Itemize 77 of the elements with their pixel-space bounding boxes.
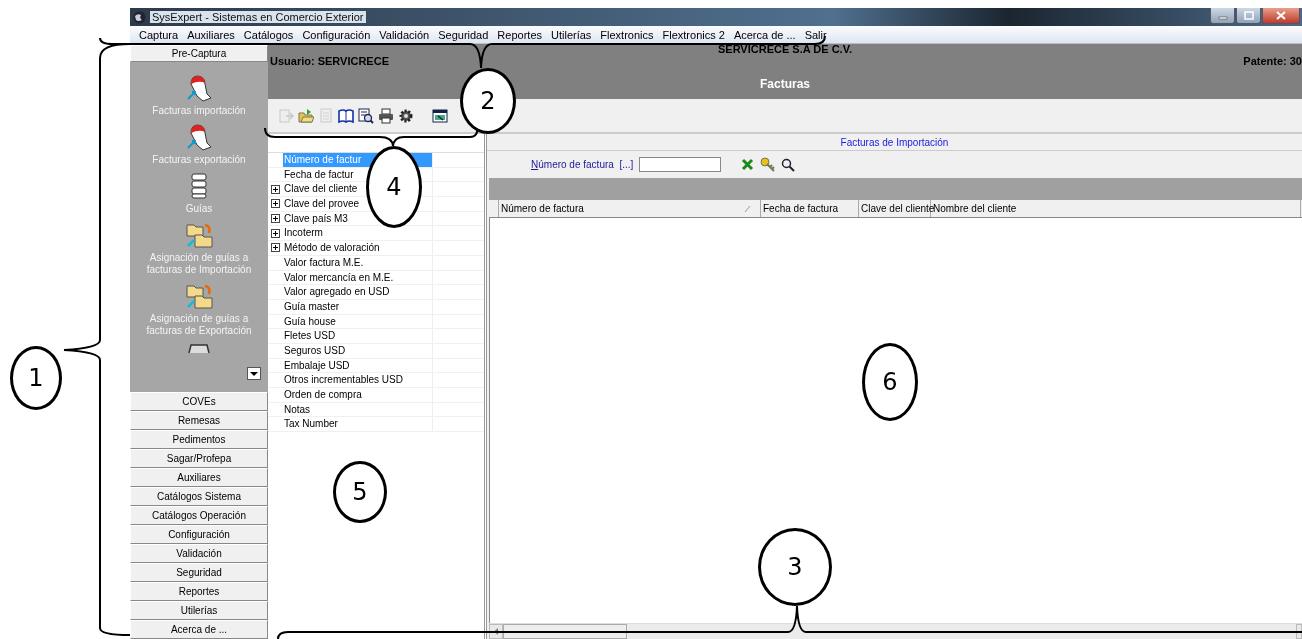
close-button[interactable] <box>1262 8 1300 24</box>
field-item[interactable]: Método de valoración <box>283 241 433 255</box>
folders-icon[interactable] <box>185 282 213 310</box>
hand-icon[interactable] <box>185 74 213 102</box>
section-button[interactable]: Catálogos Operación <box>130 506 268 525</box>
sort-icon <box>744 204 752 213</box>
panel-title: Facturas de Importación <box>840 136 949 148</box>
scroll-down-button[interactable] <box>247 367 261 380</box>
close-icon[interactable] <box>1276 11 1286 20</box>
section-button[interactable]: Catálogos Sistema <box>130 487 268 506</box>
column-header[interactable]: Número de factura <box>499 200 761 217</box>
field-item[interactable]: Notas <box>283 402 433 417</box>
field-item[interactable]: Embalaje USD <box>283 358 433 373</box>
printer-icon[interactable] <box>378 107 394 124</box>
search-field[interactable] <box>639 157 722 172</box>
menu-item[interactable]: Acerca de ... <box>733 28 796 41</box>
maximize-button[interactable] <box>1236 8 1261 24</box>
field-item[interactable]: Tax Number <box>283 417 433 432</box>
expand-icon[interactable] <box>271 214 280 224</box>
section-button[interactable]: Utilerías <box>130 601 268 620</box>
expand-icon[interactable] <box>271 228 280 238</box>
folder-icon[interactable] <box>298 107 314 124</box>
section-button[interactable]: Remesas <box>130 411 268 430</box>
field-item[interactable]: Valor mercancía en M.E. <box>283 270 433 285</box>
book-icon[interactable] <box>338 107 354 124</box>
menu-item[interactable]: Flextronics <box>600 28 654 41</box>
section-button[interactable]: Acerca de ... <box>130 620 268 639</box>
menu-item[interactable]: Captura <box>139 28 179 41</box>
field-item[interactable]: Fletes USD <box>283 329 433 343</box>
screen-title: Facturas <box>760 76 810 91</box>
callout-number: 1 <box>10 346 62 410</box>
field-item[interactable]: Seguros USD <box>283 343 433 358</box>
section-header[interactable]: Pre-Captura <box>130 45 268 62</box>
column-header[interactable]: Fecha de factura <box>761 200 859 217</box>
folders-icon[interactable] <box>185 221 213 249</box>
section-button[interactable]: Configuración <box>130 525 268 544</box>
menu-item[interactable]: Validación <box>379 28 430 41</box>
minimize-button[interactable] <box>1210 8 1235 24</box>
window-icon[interactable] <box>432 107 448 124</box>
scroll-right-button[interactable] <box>1296 624 1302 639</box>
field-item[interactable]: Guía house <box>283 314 433 329</box>
patent-label: Patente: 30 <box>1243 55 1302 68</box>
field-item[interactable]: Valor agregado en USD <box>283 285 433 299</box>
hand-icon[interactable] <box>185 123 213 151</box>
menu-item[interactable]: Auxiliares <box>187 28 235 41</box>
window-title: SysExpert - Sistemas en Comercio Exterior <box>150 11 366 23</box>
menu-item[interactable]: Catálogos <box>243 28 294 41</box>
menu-item[interactable]: Reportes <box>497 28 542 41</box>
search-icon[interactable] <box>781 157 796 172</box>
field-item[interactable]: Guía master <box>283 299 433 314</box>
menu-item[interactable]: Seguridad <box>438 28 489 41</box>
menu-item[interactable]: Utilerías <box>551 28 592 41</box>
globe-icon <box>133 10 146 24</box>
expand-icon[interactable] <box>271 184 280 194</box>
field-item[interactable]: Valor factura M.E. <box>283 255 433 270</box>
tray-icon[interactable] <box>185 343 213 353</box>
document-magnifier-icon[interactable] <box>358 107 374 124</box>
gear-icon[interactable] <box>398 107 414 124</box>
field-item[interactable]: Otros incrementables USD <box>283 373 433 387</box>
section-button[interactable]: Reportes <box>130 582 268 601</box>
section-button[interactable]: Seguridad <box>130 563 268 582</box>
x-icon[interactable] <box>741 158 755 171</box>
menu-item[interactable]: Configuración <box>302 28 371 41</box>
section-button[interactable]: COVEs <box>130 392 268 411</box>
section-button[interactable]: Auxiliares <box>130 468 268 487</box>
left-arrow-icon[interactable] <box>493 628 499 635</box>
key-icon[interactable] <box>760 157 776 172</box>
invoice-number-link[interactable]: Número de factura [...] <box>531 159 634 170</box>
expand-icon[interactable] <box>271 199 280 209</box>
menu-item[interactable]: Flextronics 2 <box>662 28 725 41</box>
company-name: SERVICRECE S.A DE C.V. <box>717 44 853 55</box>
section-button[interactable]: Validación <box>130 544 268 563</box>
section-button[interactable]: Sagar/Profepa <box>130 449 268 468</box>
user-label: Usuario: SERVICRECE <box>269 55 390 68</box>
section-button[interactable]: Pedimentos <box>130 430 268 449</box>
expand-icon[interactable] <box>271 243 280 253</box>
field-item[interactable]: Orden de compra <box>283 388 433 402</box>
